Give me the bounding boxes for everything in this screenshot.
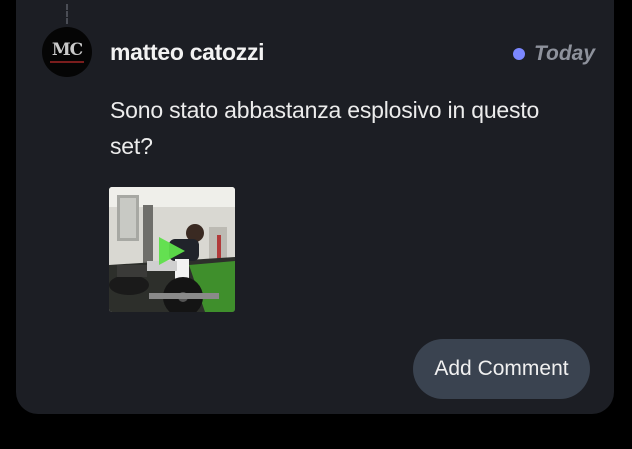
post-message: Sono stato abbastanza esplosivo in quest… (110, 97, 540, 159)
add-comment-button[interactable]: Add Comment (413, 339, 590, 399)
avatar-underline (50, 60, 84, 63)
screen: MC matteo catozzi Today Sono stato abbas… (0, 0, 632, 449)
status-dot-icon (512, 48, 525, 60)
avatar[interactable]: MC (42, 27, 92, 77)
author-name[interactable]: matteo catozzi (110, 39, 265, 66)
post-date: Today (533, 42, 595, 65)
avatar-initials: MC (51, 39, 83, 60)
avatar-logo: MC (50, 39, 84, 63)
thread-connector (66, 4, 68, 24)
post-status: Today (512, 42, 595, 66)
video-thumbnail[interactable] (109, 187, 235, 312)
video-thumbnail-image (109, 187, 235, 312)
